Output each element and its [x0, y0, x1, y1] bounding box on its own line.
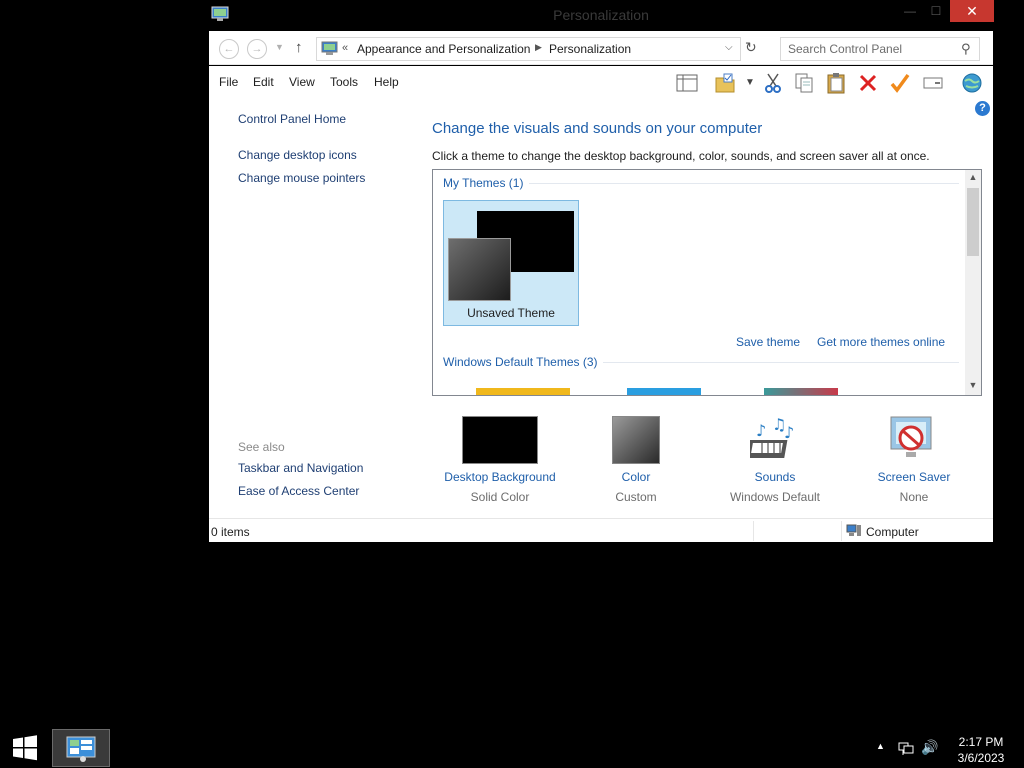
menu-file[interactable]: File: [219, 75, 238, 89]
forward-button[interactable]: →: [247, 39, 267, 59]
volume-icon[interactable]: 🔊: [921, 739, 938, 756]
control-panel-home-link[interactable]: Control Panel Home: [238, 112, 346, 126]
control-panel-icon: [66, 736, 96, 762]
color-link[interactable]: Color: [596, 470, 676, 484]
desktop-background-swatch[interactable]: [462, 416, 538, 464]
close-button[interactable]: ✕: [950, 0, 994, 22]
scroll-up-arrow[interactable]: ▲: [965, 172, 981, 182]
theme-thumbnail[interactable]: [764, 388, 838, 395]
color-value: Custom: [615, 490, 657, 504]
check-icon[interactable]: [889, 72, 911, 94]
breadcrumb-personalization[interactable]: Personalization: [549, 42, 631, 56]
network-icon[interactable]: [898, 740, 914, 756]
taskbar-navigation-link[interactable]: Taskbar and Navigation: [238, 461, 363, 475]
window-title: Personalization: [553, 7, 649, 23]
menu-bar: File Edit View Tools Help ▼: [209, 66, 993, 100]
address-bar: ← → ▼ ↑ « Appearance and Personalization…: [209, 31, 993, 65]
color-swatch[interactable]: [612, 416, 660, 464]
screen-saver-icon[interactable]: [888, 414, 938, 464]
clock-date: 3/6/2023: [957, 751, 1005, 765]
recent-locations-dropdown[interactable]: ▼: [275, 42, 284, 52]
address-field[interactable]: « Appearance and Personalization ▶ Perso…: [316, 37, 741, 61]
copy-icon[interactable]: [793, 72, 815, 94]
layout-icon[interactable]: [676, 72, 698, 94]
chevron-right-icon[interactable]: ▶: [535, 42, 542, 53]
scroll-down-arrow[interactable]: ▼: [965, 380, 981, 390]
ease-of-access-link[interactable]: Ease of Access Center: [238, 484, 359, 498]
breadcrumb-overflow[interactable]: «: [342, 42, 348, 54]
status-bar: 0 items Computer: [209, 518, 993, 542]
status-divider: [841, 521, 842, 541]
globe-icon[interactable]: [961, 72, 983, 94]
sounds-link[interactable]: Sounds: [719, 470, 831, 484]
cut-icon[interactable]: [762, 72, 784, 94]
clock-time: 2:17 PM: [958, 735, 1004, 749]
scroll-thumb[interactable]: [967, 188, 979, 256]
show-hidden-icons[interactable]: ▲: [876, 741, 885, 751]
status-divider: [753, 521, 754, 541]
computer-icon: [846, 524, 861, 536]
search-placeholder: Search Control Panel: [788, 42, 903, 56]
change-mouse-pointers-link[interactable]: Change mouse pointers: [238, 171, 365, 185]
paste-icon[interactable]: [825, 72, 847, 94]
chevron-down-icon[interactable]: ▼: [739, 72, 761, 94]
help-icon[interactable]: ?: [975, 101, 990, 116]
windows-start-icon[interactable]: [12, 735, 38, 761]
save-theme-link[interactable]: Save theme: [736, 335, 800, 349]
theme-thumbnail[interactable]: [476, 388, 570, 395]
minimize-button[interactable]: —: [897, 0, 923, 22]
change-desktop-icons-link[interactable]: Change desktop icons: [238, 148, 357, 162]
content-area: ? Control Panel Home Change desktop icon…: [209, 100, 993, 518]
get-more-themes-link[interactable]: Get more themes online: [817, 335, 945, 349]
control-panel-icon: [321, 41, 338, 55]
my-themes-label: My Themes (1): [443, 176, 524, 190]
see-also-label: See also: [238, 440, 285, 454]
back-button[interactable]: ←: [219, 39, 239, 59]
svg-text:♪: ♪: [784, 423, 794, 442]
menu-view[interactable]: View: [289, 75, 315, 89]
group-divider: [529, 183, 959, 184]
theme-name: Unsaved Theme: [467, 306, 555, 320]
theme-list[interactable]: My Themes (1) Unsaved Theme Save theme G…: [432, 169, 982, 396]
clock[interactable]: 2:17 PM 3/6/2023: [950, 734, 1012, 766]
sounds-value: Windows Default: [729, 490, 821, 504]
group-divider: [603, 362, 959, 363]
maximize-button[interactable]: ☐: [923, 0, 949, 22]
screen-saver-value: None: [899, 490, 929, 504]
screen-saver-link[interactable]: Screen Saver: [869, 470, 959, 484]
theme-preview-window: [448, 238, 511, 301]
refresh-button[interactable]: ↻: [745, 39, 757, 56]
default-themes-label: Windows Default Themes (3): [443, 355, 598, 369]
folder-properties-icon[interactable]: [714, 72, 736, 94]
menu-edit[interactable]: Edit: [253, 75, 274, 89]
page-description: Click a theme to change the desktop back…: [432, 149, 930, 163]
delete-icon[interactable]: [857, 72, 879, 94]
menu-tools[interactable]: Tools: [330, 75, 358, 89]
svg-text:♪: ♪: [756, 421, 766, 440]
menu-help[interactable]: Help: [374, 75, 399, 89]
desktop-background-value: Solid Color: [470, 490, 530, 504]
search-icon[interactable]: ⚲: [961, 41, 971, 57]
desktop-background-link[interactable]: Desktop Background: [439, 470, 561, 484]
taskbar-control-panel[interactable]: [52, 729, 110, 767]
up-button[interactable]: ↑: [295, 39, 303, 56]
theme-unsaved[interactable]: Unsaved Theme: [443, 200, 579, 326]
taskbar: ▲ 🔊 2:17 PM 3/6/2023: [0, 728, 1024, 768]
scrollbar[interactable]: ▲ ▼: [965, 170, 981, 395]
theme-thumbnail[interactable]: [627, 388, 701, 395]
personalization-window: Personalization — ☐ ✕ ← → ▼ ↑ « Appearan…: [209, 0, 994, 542]
item-count: 0 items: [211, 525, 250, 539]
search-input[interactable]: Search Control Panel ⚲: [780, 37, 980, 61]
sounds-icon[interactable]: ♪ ♫ ♪: [750, 414, 800, 464]
title-bar[interactable]: Personalization — ☐ ✕: [209, 0, 994, 30]
page-heading: Change the visuals and sounds on your co…: [432, 120, 763, 137]
desktop: Personalization — ☐ ✕ ← → ▼ ↑ « Appearan…: [0, 0, 1024, 768]
breadcrumb-appearance[interactable]: Appearance and Personalization: [357, 42, 530, 56]
chevron-down-icon[interactable]: ⌵: [725, 42, 733, 53]
rename-icon[interactable]: [922, 72, 944, 94]
status-location: Computer: [866, 525, 919, 539]
